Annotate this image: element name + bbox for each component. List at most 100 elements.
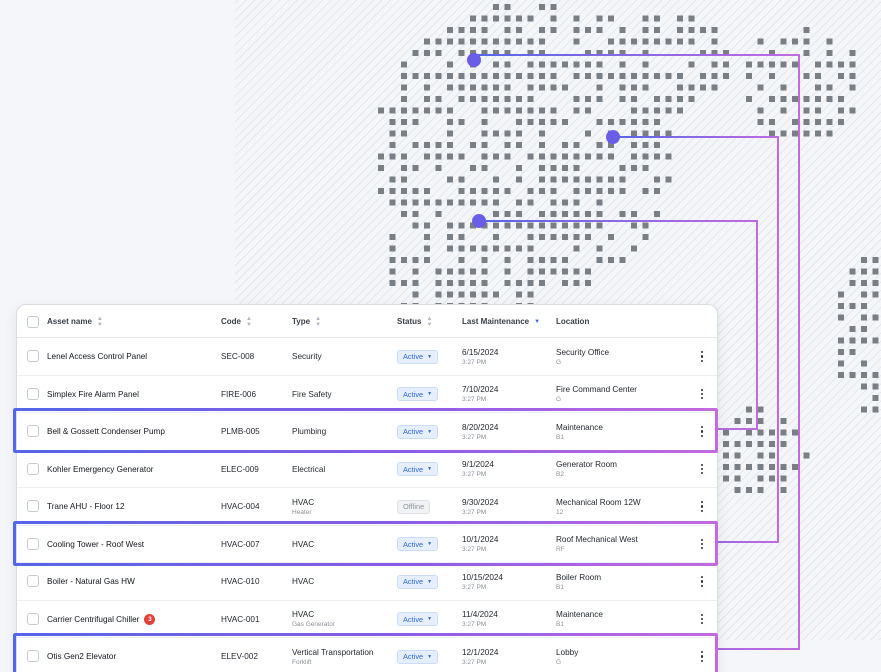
asset-name: Bell & Gossett Condenser Pump (47, 427, 165, 436)
status-dropdown[interactable]: Active ▼ (397, 649, 439, 664)
status-dropdown[interactable]: Active ▼ (397, 612, 439, 626)
header-last-maintenance[interactable]: Last Maintenance ▼ (462, 305, 540, 338)
table-row[interactable]: Otis Gen2 Elevator ELEV-002 Vertical Trans… (17, 638, 717, 672)
maintenance-cell: 7/10/2024 3:27 PM (462, 376, 498, 413)
map-dot (631, 73, 637, 79)
map-dot (596, 73, 603, 79)
table-row[interactable]: Cooling Tower - Roof West HVAC-007 HVAC Act… (17, 526, 717, 563)
status-dropdown[interactable]: Offline (397, 499, 431, 514)
map-dot (401, 130, 407, 137)
select-all-checkbox[interactable] (27, 316, 39, 328)
type-cell: Security (292, 338, 322, 375)
map-dot (631, 38, 637, 45)
map-dot (470, 199, 476, 206)
header-code[interactable]: Code ▲ ▼ (221, 305, 252, 338)
map-dot (631, 153, 637, 160)
map-dot (596, 15, 603, 22)
map-dot (608, 257, 614, 263)
type-cell: HVAC Heater (292, 488, 314, 525)
map-dot (562, 176, 568, 183)
map-dot (861, 268, 867, 275)
header-asset-name[interactable]: Asset name ▲ ▼ (47, 305, 103, 338)
map-dot (573, 222, 580, 229)
map-dot (631, 142, 637, 148)
header-type[interactable]: Type ▲ ▼ (292, 305, 321, 338)
row-checkbox[interactable] (27, 350, 39, 362)
map-dot (389, 142, 396, 148)
table-row[interactable]: Simplex Fire Alarm Panel FIRE-006 Fire Saf… (17, 376, 717, 413)
map-dot (562, 153, 568, 160)
status-dropdown[interactable]: Active ▼ (397, 537, 439, 551)
location-floor: RF (556, 546, 565, 553)
row-checkbox[interactable] (27, 537, 39, 550)
location-cell: Boiler Room B1 (556, 563, 601, 600)
map-dot (803, 38, 810, 45)
more-options-icon[interactable] (698, 463, 706, 476)
map-dot (412, 107, 419, 114)
type-cell: Plumbing (292, 413, 326, 450)
more-options-icon[interactable] (698, 350, 706, 363)
more-options-icon[interactable] (698, 500, 706, 513)
more-options-icon[interactable] (698, 575, 706, 588)
map-dot (527, 73, 534, 79)
map-dot (861, 383, 867, 390)
map-dot (447, 234, 453, 240)
map-dot (654, 107, 660, 114)
asset-name-cell: Cooling Tower - Roof West (47, 526, 144, 563)
status-dropdown[interactable]: Active ▼ (397, 424, 439, 439)
status-dropdown[interactable]: Active ▼ (397, 462, 439, 476)
map-dot (550, 165, 557, 171)
header-status[interactable]: Status ▲ ▼ (397, 305, 432, 338)
table-row[interactable]: Trane AHU - Floor 12 HVAC-004 HVAC Heater Of… (17, 488, 717, 526)
row-checkbox[interactable] (27, 500, 39, 512)
map-dot (493, 245, 499, 252)
map-dot (734, 487, 741, 493)
map-dot (872, 257, 879, 263)
map-dot (734, 452, 741, 459)
map-dot (757, 487, 764, 493)
map-dot (481, 38, 488, 45)
map-dot (412, 142, 419, 148)
more-options-icon[interactable] (698, 650, 706, 663)
map-dot (596, 61, 603, 68)
map-dot (803, 119, 810, 125)
more-options-icon[interactable] (698, 613, 706, 626)
row-checkbox[interactable] (27, 462, 39, 475)
map-dot (458, 27, 465, 33)
map-dot (757, 84, 764, 91)
more-options-icon[interactable] (698, 388, 706, 401)
status-dropdown[interactable]: Active ▼ (397, 387, 439, 401)
map-dot (746, 73, 752, 79)
table-row[interactable]: Boiler - Natural Gas HW HVAC-010 HVAC Activ… (17, 563, 717, 601)
map-dot (435, 107, 442, 114)
table-row[interactable]: Carrier Centrifugal Chiller 3 HVAC-001 HVAC… (17, 601, 717, 638)
map-dot (516, 165, 522, 171)
map-dot (527, 199, 534, 206)
table-row[interactable]: Bell & Gossett Condenser Pump PLMB-005 Plu… (17, 413, 717, 451)
type-cell: HVAC (292, 526, 314, 563)
status-dropdown[interactable]: Active ▼ (397, 349, 439, 364)
map-dot (769, 73, 775, 79)
row-checkbox[interactable] (27, 425, 39, 437)
row-checkbox[interactable] (27, 612, 39, 625)
map-dot (631, 84, 637, 91)
map-dot (642, 61, 649, 68)
more-options-icon[interactable] (698, 425, 706, 438)
row-checkbox[interactable] (27, 650, 39, 662)
map-dot (872, 406, 879, 413)
map-dot (527, 96, 534, 102)
map-dot (550, 61, 557, 68)
more-options-icon[interactable] (698, 538, 706, 551)
table-row[interactable]: Kohler Emergency Generator ELEC-009 Electr… (17, 451, 717, 488)
maintenance-date: 9/1/2024 (462, 460, 494, 469)
table-row[interactable]: Lenel Access Control Panel SEC-008 Securit… (17, 338, 717, 376)
row-checkbox[interactable] (27, 387, 39, 400)
map-dot (642, 234, 649, 240)
row-checkbox[interactable] (27, 575, 39, 587)
status-dropdown[interactable]: Active ▼ (397, 574, 439, 589)
maintenance-date: 6/15/2024 (462, 347, 499, 357)
header-location[interactable]: Location (556, 305, 589, 338)
map-dot (861, 280, 867, 286)
map-dot (573, 234, 580, 240)
map-dot (723, 73, 729, 79)
